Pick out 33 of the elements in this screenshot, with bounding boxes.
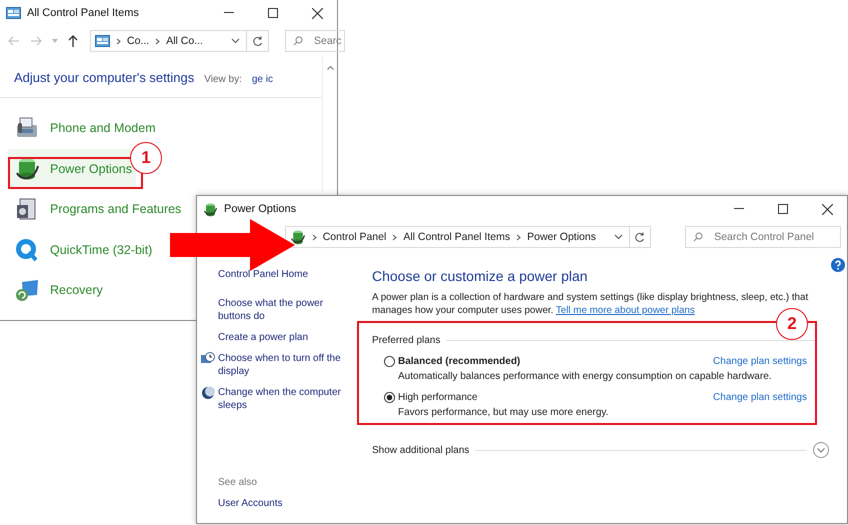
- learn-more-link[interactable]: Tell me more about power plans: [556, 304, 695, 316]
- window-title: All Control Panel Items: [27, 7, 139, 19]
- change-plan-link[interactable]: Change plan settings: [713, 392, 807, 404]
- sidebar-link[interactable]: Create a power plan: [218, 331, 308, 344]
- breadcrumb[interactable]: All Control Panel Items: [403, 231, 510, 243]
- address-bar[interactable]: Co... All Co...: [90, 30, 247, 52]
- control-panel-item[interactable]: Recovery: [8, 270, 107, 310]
- sidebar-link[interactable]: Choose what the power buttons do: [218, 297, 351, 323]
- window-title: Power Options: [224, 203, 296, 215]
- breadcrumb[interactable]: Power Options: [527, 231, 596, 243]
- control-panel-item[interactable]: QuickTime (32-bit): [8, 230, 156, 270]
- change-plan-link[interactable]: Change plan settings: [713, 356, 807, 368]
- plan-name[interactable]: High performance: [398, 392, 478, 404]
- see-also-label: See also: [218, 477, 258, 488]
- show-more-label[interactable]: Show additional plans: [372, 444, 470, 456]
- plan-name[interactable]: Balanced (recommended): [398, 356, 520, 368]
- breadcrumb[interactable]: Control Panel: [322, 231, 386, 243]
- breadcrumb[interactable]: Co...: [127, 35, 150, 47]
- search-field[interactable]: Search Control Panel: [685, 226, 841, 248]
- group-label: Preferred plans: [372, 335, 440, 346]
- breadcrumb[interactable]: All Co...: [166, 35, 203, 47]
- page-heading: Choose or customize a power plan: [372, 268, 589, 284]
- view-by-label: View by:: [204, 74, 242, 85]
- page-heading: Adjust your computer's settings: [14, 70, 194, 85]
- control-panel-item[interactable]: Programs and Features: [8, 189, 186, 230]
- address-bar[interactable]: Control Panel All Control Panel Items Power Options: [284, 226, 630, 248]
- plan-description: Automatically balances performance with energy consumption on capable hardware.: [397, 370, 773, 382]
- sidebar-link[interactable]: Control Panel Home: [218, 268, 308, 281]
- sidebar-link[interactable]: Choose when to turn off the display: [218, 352, 351, 378]
- sidebar-link[interactable]: User Accounts: [218, 498, 282, 509]
- view-by-dropdown[interactable]: ge ic: [252, 74, 273, 85]
- sidebar-link[interactable]: Change when the computer sleeps: [218, 386, 351, 412]
- plan-description: Favors performance, but may use more energy.: [397, 406, 610, 418]
